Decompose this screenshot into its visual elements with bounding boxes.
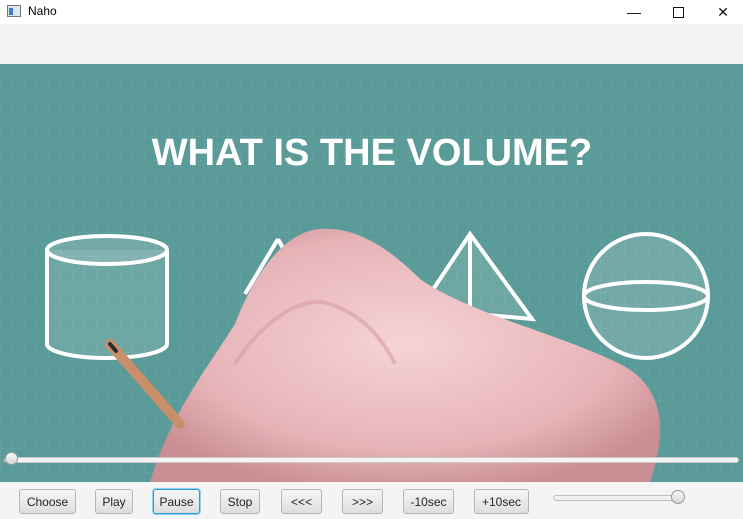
choose-button[interactable]: Choose	[19, 489, 76, 514]
volume-slider[interactable]	[553, 490, 691, 506]
video-headline: WHAT IS THE VOLUME?	[152, 132, 593, 174]
seek-track[interactable]	[4, 457, 739, 463]
window-title: Naho	[28, 4, 57, 18]
seek-slider[interactable]	[0, 452, 743, 466]
forward-10sec-button[interactable]: +10sec	[474, 489, 529, 514]
seek-thumb[interactable]	[5, 452, 18, 465]
volume-track[interactable]	[553, 495, 683, 501]
app-icon	[7, 5, 21, 17]
video-frame: WHAT IS THE VOLUME?	[0, 64, 743, 482]
volume-thumb[interactable]	[670, 490, 685, 504]
minimize-button[interactable]: —	[611, 0, 657, 24]
pause-button[interactable]: Pause	[153, 489, 200, 514]
maximize-icon	[672, 6, 684, 18]
fast-forward-button[interactable]: >>>	[342, 489, 383, 514]
title-bar: Naho — ✕	[0, 0, 743, 24]
maximize-button[interactable]	[655, 0, 701, 24]
cylinder-drawing	[45, 234, 169, 360]
back-10sec-button[interactable]: -10sec	[403, 489, 454, 514]
play-button[interactable]: Play	[95, 489, 133, 514]
sphere-drawing	[582, 232, 710, 360]
minimize-icon: —	[627, 4, 641, 20]
close-icon: ✕	[717, 3, 729, 20]
top-strip	[0, 24, 743, 64]
stop-button[interactable]: Stop	[220, 489, 260, 514]
rewind-button[interactable]: <<<	[281, 489, 322, 514]
close-button[interactable]: ✕	[700, 0, 743, 24]
